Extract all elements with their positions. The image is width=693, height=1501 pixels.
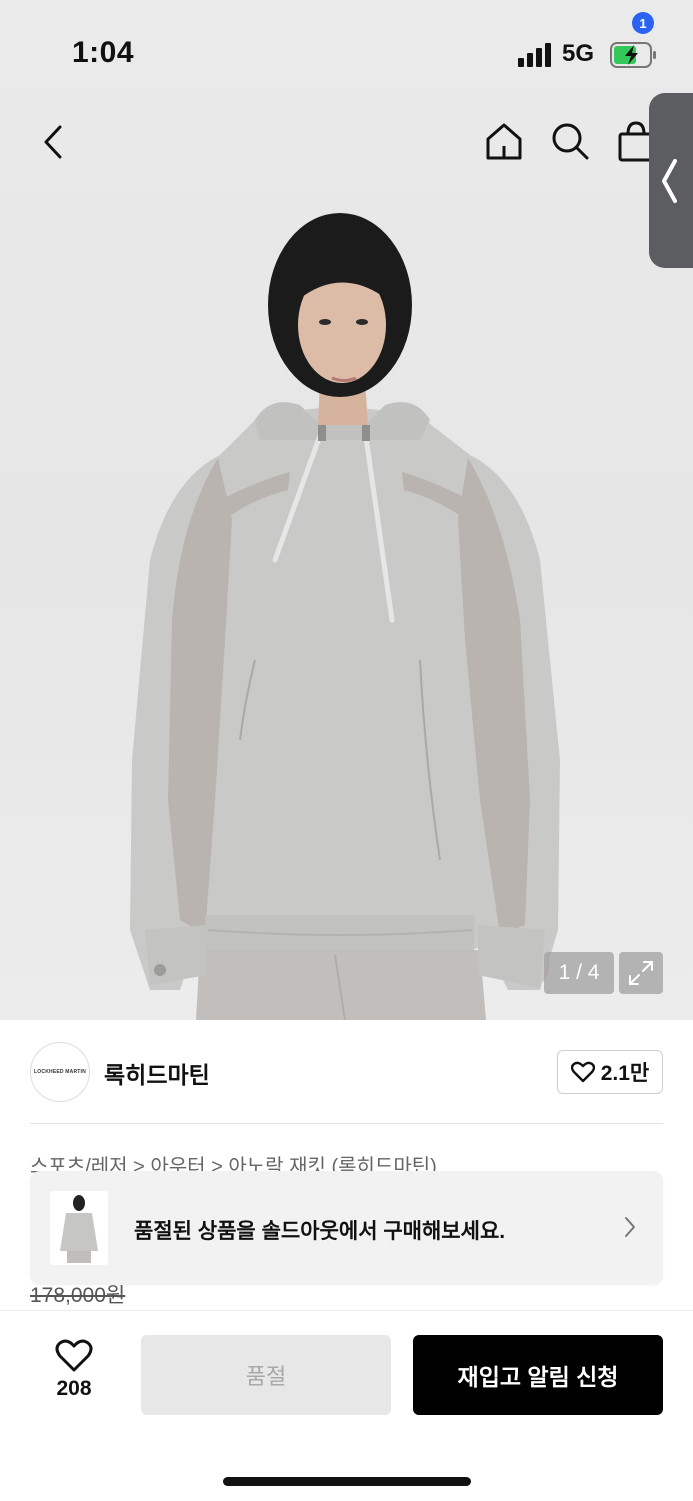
- bottom-action-bar: 208 품절 재입고 알림 신청: [0, 1310, 693, 1501]
- home-button[interactable]: [482, 119, 526, 163]
- chevron-right-icon: [625, 1217, 635, 1237]
- wishlist-count: 208: [56, 1377, 92, 1400]
- home-indicator[interactable]: [223, 1477, 471, 1486]
- brand-logo[interactable]: LOCKHEED MARTIN: [30, 1042, 90, 1102]
- heart-icon: [55, 1339, 93, 1372]
- banner-text: 품절된 상품을 솔드아웃에서 구매해보세요.: [134, 1220, 506, 1243]
- search-button[interactable]: [548, 119, 592, 163]
- expand-image-button[interactable]: [619, 952, 663, 994]
- restock-alert-button[interactable]: 재입고 알림 신청: [413, 1335, 663, 1415]
- home-icon: [486, 123, 522, 160]
- side-drawer-handle[interactable]: [649, 93, 693, 268]
- back-icon: [44, 125, 62, 159]
- network-type: 5G: [562, 40, 595, 67]
- heart-icon: [570, 1061, 595, 1083]
- wishlist-button[interactable]: 208: [40, 1339, 108, 1405]
- brand-like-count: 2.1만: [600, 1062, 650, 1085]
- product-hero-image[interactable]: 1:04 5G 1 1 / 4: [0, 0, 693, 1020]
- status-bar: 1:04 5G: [0, 0, 693, 100]
- status-time: 1:04: [72, 36, 135, 69]
- brand-like-button[interactable]: 2.1만: [557, 1050, 663, 1094]
- soldout-banner[interactable]: 품절된 상품을 솔드아웃에서 구매해보세요.: [30, 1171, 663, 1285]
- back-button[interactable]: [32, 121, 74, 163]
- cart-count-badge: 1: [632, 12, 654, 34]
- signal-icon: [518, 43, 551, 67]
- brand-name[interactable]: 록히드마틴: [104, 1056, 210, 1090]
- side-chevron-icon: [662, 158, 677, 203]
- banner-thumbnail: [50, 1191, 108, 1265]
- divider: [30, 1123, 663, 1124]
- expand-icon: [629, 961, 653, 985]
- image-page-indicator: 1 / 4: [544, 952, 614, 994]
- soldout-button: 품절: [141, 1335, 391, 1415]
- search-icon: [552, 123, 589, 160]
- top-navigation: [0, 105, 693, 175]
- battery-icon: [610, 42, 656, 68]
- brand-row: LOCKHEED MARTIN 록히드마틴 2.1만: [30, 1040, 663, 1104]
